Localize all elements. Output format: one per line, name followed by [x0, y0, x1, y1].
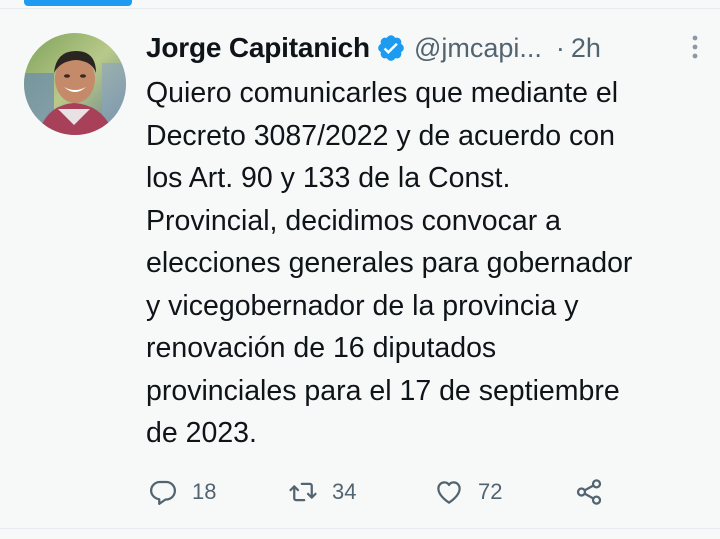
- verified-icon: [376, 33, 406, 63]
- tweet-text-line: los Art. 90 y 133 de la Const.: [146, 162, 511, 194]
- tweet-text: Quiero comunicarles que mediante el Decr…: [146, 72, 706, 455]
- tweet-card[interactable]: Jorge Capitanich @jmcapi... · 2h Quiero …: [0, 0, 720, 539]
- display-name[interactable]: Jorge Capitanich: [146, 32, 370, 64]
- tweet-text-line: provinciales para el 17 de septiembre: [146, 374, 620, 407]
- tweet-header: Jorge Capitanich @jmcapi... · 2h: [146, 30, 706, 66]
- like-icon: [437, 481, 461, 504]
- retweet-button[interactable]: 34: [288, 474, 356, 510]
- divider: [0, 8, 720, 9]
- tweet-text-line: de 2023.: [146, 417, 257, 449]
- tweet-text-line: Quiero comunicarles que mediante el: [146, 77, 619, 109]
- like-button[interactable]: 72: [434, 474, 502, 510]
- reply-icon: [150, 480, 176, 505]
- retweet-icon: [289, 482, 317, 502]
- reply-button[interactable]: 18: [148, 474, 216, 510]
- share-icon: [576, 479, 602, 505]
- tab-indicator: [24, 0, 132, 6]
- tweet-text-line: Provincial, decidimos convocar a: [146, 204, 562, 237]
- more-icon[interactable]: [690, 33, 700, 61]
- tweet-text-line: Decreto 3087/2022 y de acuerdo con: [146, 119, 615, 152]
- handle[interactable]: @jmcapi...: [414, 33, 542, 64]
- separator-dot: ·: [555, 32, 565, 63]
- share-button[interactable]: [574, 474, 604, 510]
- tweet-text-line: y vicegobernador de la provincia y: [146, 289, 579, 322]
- like-count: 72: [478, 479, 503, 504]
- tweet-text-line: renovación de 16 diputados: [146, 332, 497, 364]
- retweet-count: 34: [332, 479, 357, 504]
- tweet-text-line: elecciones generales para gobernador: [146, 247, 633, 279]
- action-bar: 18 34 72: [146, 474, 626, 510]
- avatar[interactable]: [24, 33, 126, 135]
- timestamp[interactable]: 2h: [571, 33, 601, 64]
- divider: [0, 528, 720, 529]
- reply-count: 18: [192, 479, 217, 504]
